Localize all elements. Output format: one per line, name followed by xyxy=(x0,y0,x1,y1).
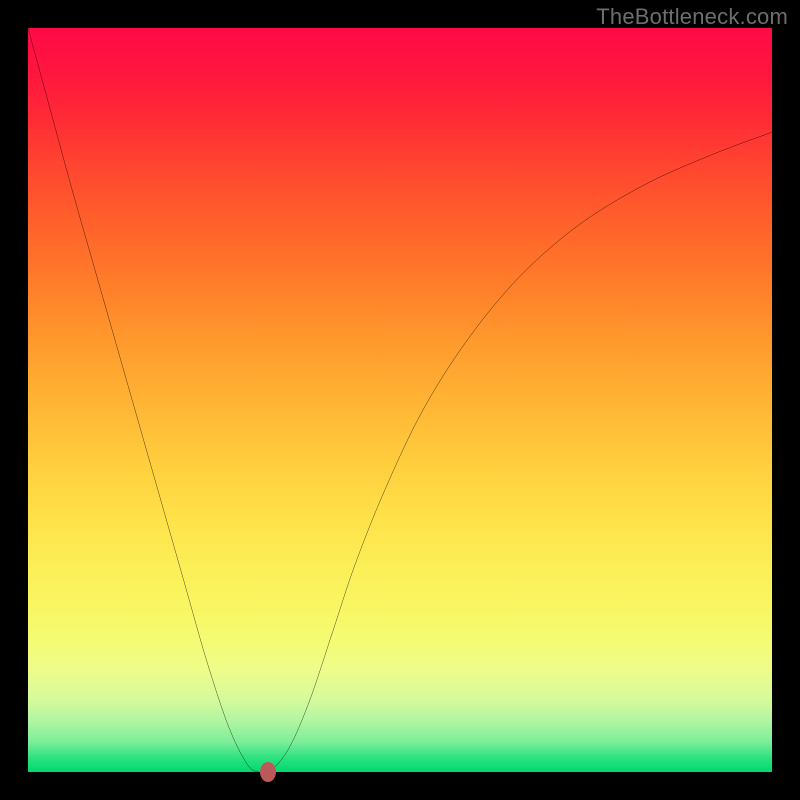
optimal-point-marker xyxy=(260,762,276,782)
plot-area xyxy=(28,28,772,772)
watermark-text: TheBottleneck.com xyxy=(596,4,788,30)
bottleneck-curve xyxy=(28,28,772,772)
chart-frame: TheBottleneck.com xyxy=(0,0,800,800)
curve-path xyxy=(28,28,772,772)
